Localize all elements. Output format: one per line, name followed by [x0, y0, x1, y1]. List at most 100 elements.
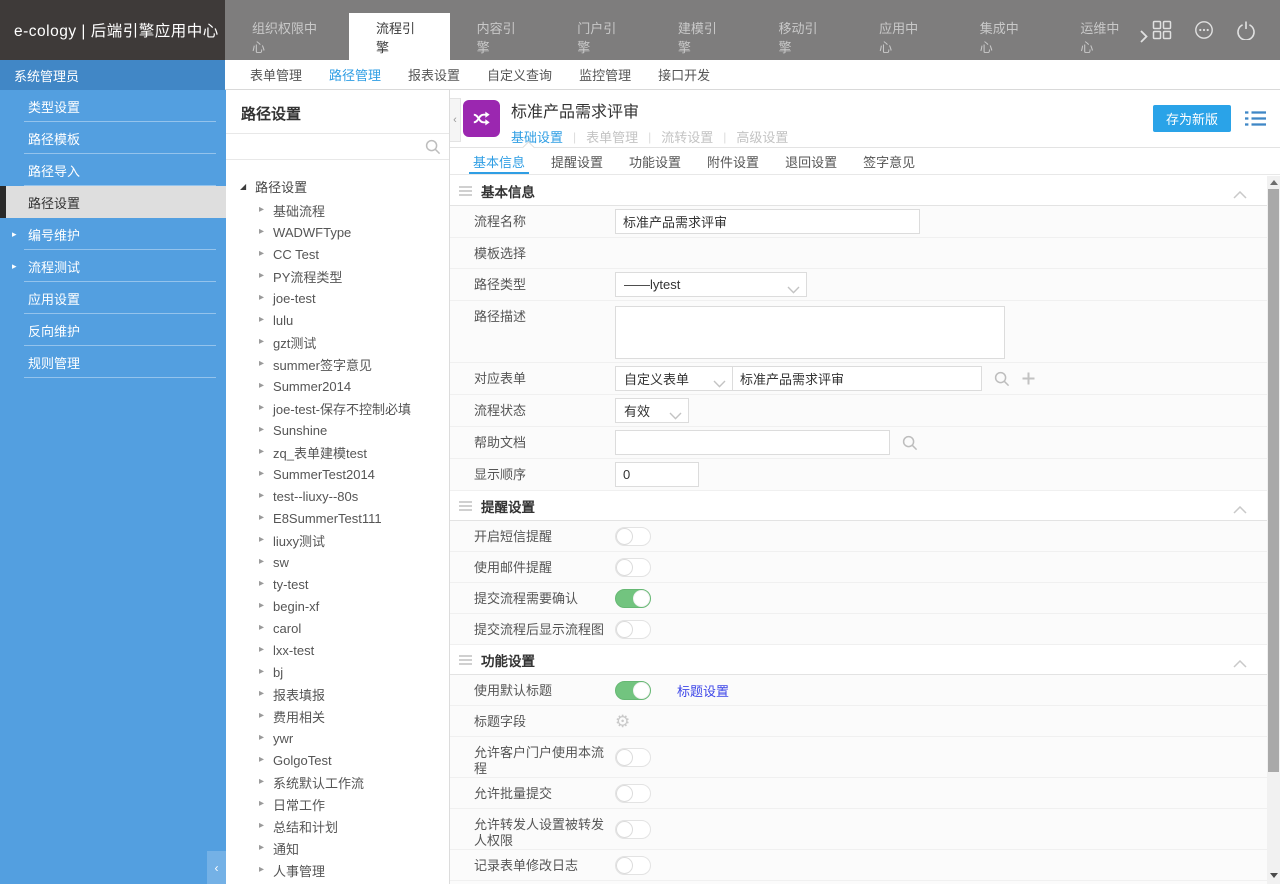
sidebar-item-8[interactable]: 反向维护: [0, 314, 226, 346]
collapsed-arrow-icon[interactable]: ▸: [259, 623, 264, 633]
collapsed-arrow-icon[interactable]: ▸: [259, 315, 264, 325]
collapsed-arrow-icon[interactable]: ▸: [259, 535, 264, 545]
toggle-switch-off[interactable]: [615, 783, 651, 803]
module-tab-5[interactable]: 监控管理: [579, 65, 631, 84]
collapsed-arrow-icon[interactable]: ▸: [259, 667, 264, 677]
tree-node[interactable]: ▸ PY流程类型: [226, 265, 449, 287]
workflow-tab-2[interactable]: 表单管理: [586, 127, 638, 146]
collapse-section-icon[interactable]: [1233, 656, 1247, 671]
collapsed-arrow-icon[interactable]: ▸: [259, 645, 264, 655]
sidebar-item-5[interactable]: ▸ 编号维护: [0, 218, 226, 250]
settings-subtab-5[interactable]: 退回设置: [772, 148, 850, 174]
topnav-item-6[interactable]: 移动引擎: [751, 13, 852, 60]
tree-node[interactable]: ▸ 人事管理: [226, 859, 449, 881]
workflow-tab-4[interactable]: 高级设置: [736, 127, 788, 146]
tree-node[interactable]: ▸ carol: [226, 617, 449, 639]
workflow-tab-1[interactable]: 基础设置: [511, 127, 563, 146]
tree-node[interactable]: ▸ liuxy测试: [226, 529, 449, 551]
tree-node[interactable]: ▸ lulu: [226, 309, 449, 331]
topnav-item-5[interactable]: 建模引擎: [651, 13, 752, 60]
expanded-arrow-icon[interactable]: ◢: [240, 182, 246, 191]
title-settings-link[interactable]: 标题设置: [677, 681, 729, 700]
form-name-input[interactable]: [732, 366, 982, 391]
collapsed-arrow-icon[interactable]: ▸: [259, 579, 264, 589]
sidebar-collapse-button[interactable]: ‹: [207, 851, 226, 884]
collapsed-arrow-icon[interactable]: ▸: [259, 777, 264, 787]
text-input[interactable]: [615, 430, 890, 455]
tree-node[interactable]: ▸ sw: [226, 551, 449, 573]
drag-handle-icon[interactable]: [459, 189, 472, 192]
collapsed-arrow-icon[interactable]: ▸: [259, 865, 264, 875]
tree-node[interactable]: ▸ bj: [226, 661, 449, 683]
toggle-switch-off[interactable]: [615, 819, 651, 839]
drag-handle-icon[interactable]: [459, 658, 472, 661]
search-icon[interactable]: [902, 435, 918, 451]
collapsed-arrow-icon[interactable]: ▸: [259, 601, 264, 611]
collapsed-arrow-icon[interactable]: ▸: [259, 557, 264, 567]
toggle-switch-on[interactable]: [615, 680, 651, 700]
scrollbar-thumb[interactable]: [1268, 189, 1279, 772]
sidebar-item-1[interactable]: 类型设置: [0, 90, 226, 122]
workflow-tab-3[interactable]: 流转设置: [661, 127, 713, 146]
tree-node[interactable]: ▸ summer签字意见: [226, 353, 449, 375]
collapsed-arrow-icon[interactable]: ▸: [259, 821, 264, 831]
tree-node[interactable]: ▸ Summer2014: [226, 375, 449, 397]
sidebar-item-7[interactable]: 应用设置: [0, 282, 226, 314]
collapsed-arrow-icon[interactable]: ▸: [259, 337, 264, 347]
module-tab-3[interactable]: 报表设置: [408, 65, 460, 84]
search-icon[interactable]: [425, 139, 441, 158]
tree-node[interactable]: ▸ ty-test: [226, 573, 449, 595]
tree-node[interactable]: ▸ 费用相关: [226, 705, 449, 727]
collapsed-arrow-icon[interactable]: ▸: [259, 491, 264, 501]
collapsed-arrow-icon[interactable]: ▸: [259, 733, 264, 743]
scroll-up-arrow[interactable]: [1270, 180, 1278, 185]
collapsed-arrow-icon[interactable]: ▸: [259, 711, 264, 721]
topnav-item-4[interactable]: 门户引擎: [550, 13, 651, 60]
tree-node[interactable]: ▸ 报表填报: [226, 683, 449, 705]
tree-node[interactable]: ▸ 通知: [226, 837, 449, 859]
collapse-section-icon[interactable]: [1233, 502, 1247, 517]
search-icon[interactable]: [994, 371, 1010, 387]
chevron-right-icon[interactable]: [1140, 13, 1152, 60]
toggle-switch-off[interactable]: [615, 619, 651, 639]
module-tab-1[interactable]: 表单管理: [250, 65, 302, 84]
tree-node[interactable]: ▸ Sunshine: [226, 419, 449, 441]
collapsed-arrow-icon[interactable]: ▸: [259, 513, 264, 523]
sidebar-item-6[interactable]: ▸ 流程测试: [0, 250, 226, 282]
collapsed-arrow-icon[interactable]: ▸: [259, 425, 264, 435]
text-input[interactable]: [615, 209, 920, 234]
module-tab-2[interactable]: 路径管理: [329, 65, 381, 84]
collapsed-arrow-icon[interactable]: ▸: [259, 469, 264, 479]
collapsed-arrow-icon[interactable]: ▸: [259, 689, 264, 699]
sidebar-item-2[interactable]: 路径模板: [0, 122, 226, 154]
version-list-icon[interactable]: [1245, 110, 1266, 127]
grid-icon[interactable]: [1152, 20, 1172, 40]
plus-icon[interactable]: [1022, 372, 1035, 385]
collapsed-arrow-icon[interactable]: ▸: [259, 227, 264, 237]
sidebar-item-4[interactable]: 路径设置: [0, 186, 226, 218]
tree-node[interactable]: ▸ begin-xf: [226, 595, 449, 617]
tree-node[interactable]: ▸ joe-test: [226, 287, 449, 309]
settings-subtab-6[interactable]: 签字意见: [850, 148, 928, 174]
form-type-select[interactable]: 自定义表单: [615, 366, 733, 391]
toggle-switch-off[interactable]: [615, 557, 651, 577]
settings-subtab-4[interactable]: 附件设置: [694, 148, 772, 174]
tree-node[interactable]: ▸ GolgoTest: [226, 749, 449, 771]
tree-node[interactable]: ▸ 总结和计划: [226, 815, 449, 837]
module-tab-4[interactable]: 自定义查询: [487, 65, 552, 84]
scroll-down-arrow[interactable]: [1270, 873, 1278, 878]
tree-node[interactable]: ▸ 基础流程: [226, 199, 449, 221]
tree-node[interactable]: ▸ test--liuxy--80s: [226, 485, 449, 507]
topnav-item-3[interactable]: 内容引擎: [450, 13, 551, 60]
tree-node[interactable]: ▸ E8SummerTest111: [226, 507, 449, 529]
collapsed-arrow-icon[interactable]: ▸: [259, 755, 264, 765]
power-icon[interactable]: [1236, 20, 1256, 40]
gear-icon[interactable]: ⚙: [615, 713, 630, 730]
collapsed-arrow-icon[interactable]: ▸: [259, 359, 264, 369]
topnav-item-9[interactable]: 运维中心: [1053, 13, 1154, 60]
tree-search-input[interactable]: [226, 134, 449, 159]
collapsed-arrow-icon[interactable]: ▸: [259, 205, 264, 215]
collapse-section-icon[interactable]: [1233, 187, 1247, 202]
topnav-item-7[interactable]: 应用中心: [852, 13, 953, 60]
sidebar-item-9[interactable]: 规则管理: [0, 346, 226, 378]
